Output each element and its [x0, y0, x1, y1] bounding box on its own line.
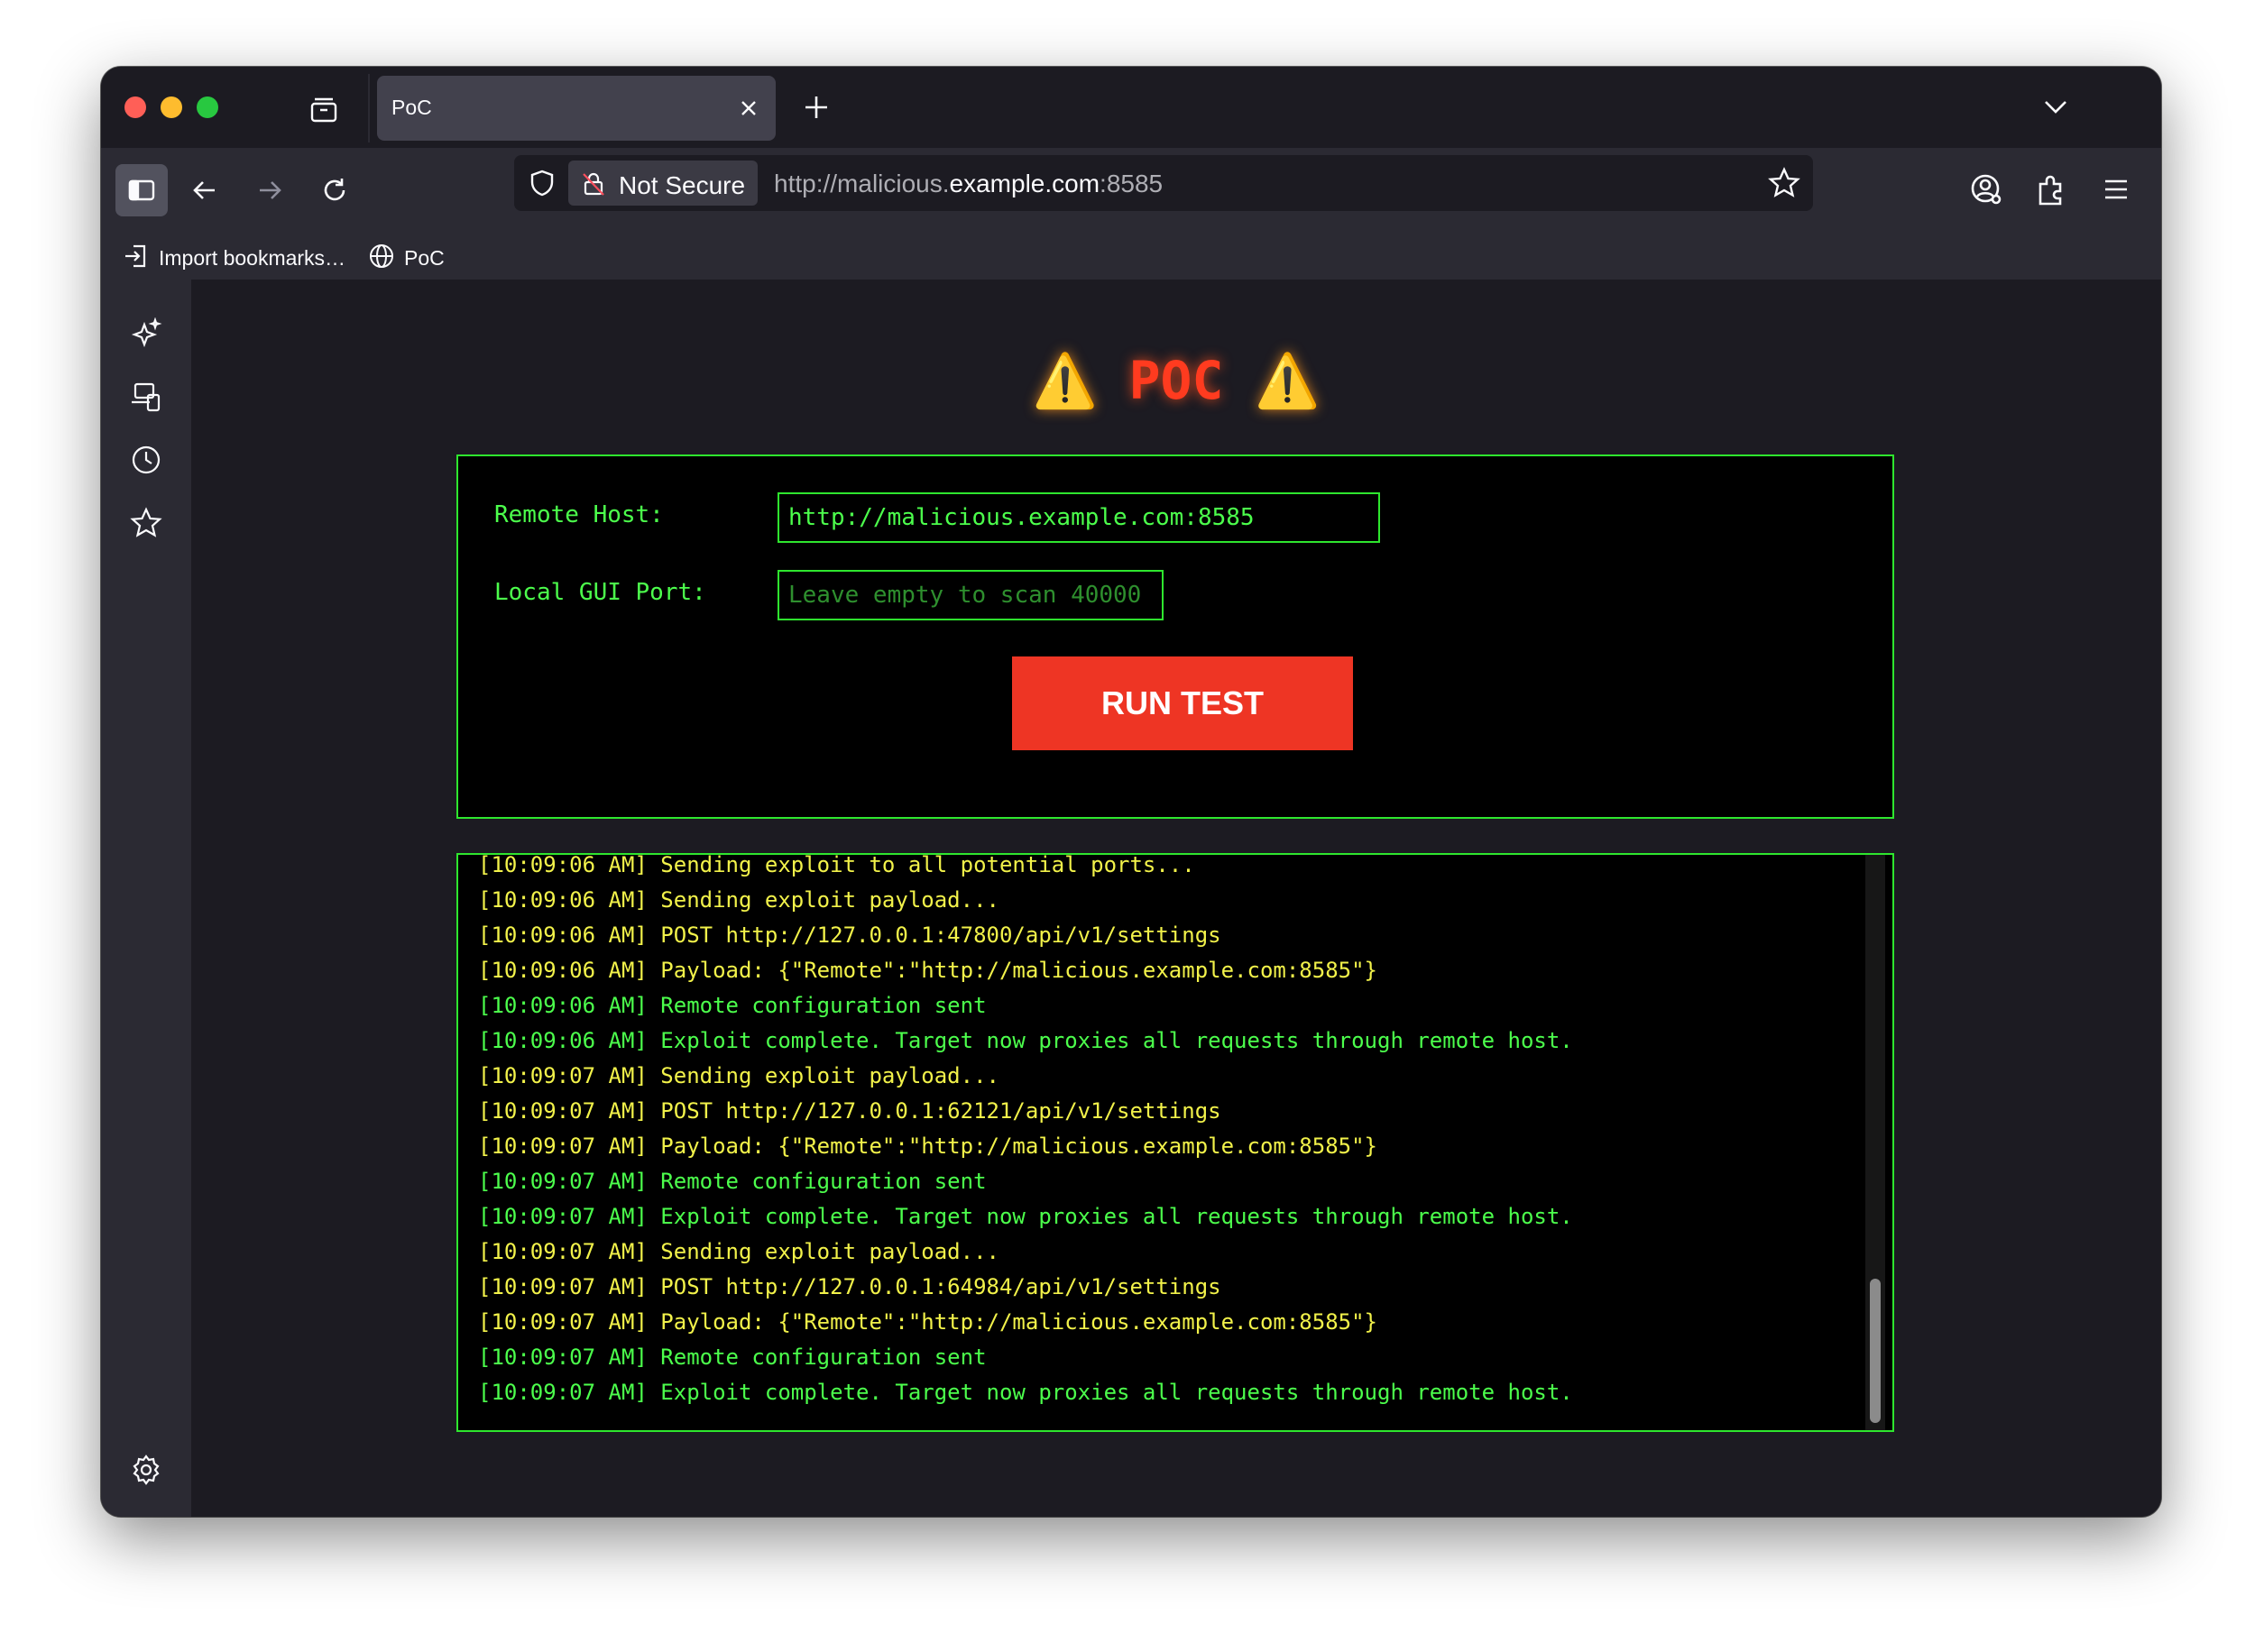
warning-icon: ⚠️ — [1032, 350, 1098, 411]
run-test-button[interactable]: RUN TEST — [1012, 656, 1353, 750]
shield-icon[interactable] — [527, 168, 557, 198]
sidebar-toggle-icon — [128, 179, 155, 201]
bookmark-label: Import bookmarks… — [159, 246, 346, 270]
log-line: [10:09:07 AM] Payload: {"Remote":"http:/… — [478, 1133, 1377, 1159]
tab-title: PoC — [391, 96, 432, 119]
reload-icon — [324, 179, 345, 201]
url-text[interactable]: http://malicious.example.com:8585 — [774, 170, 1163, 198]
remote-host-label: Remote Host: — [494, 501, 664, 528]
browser-window: PoC Not Secure http://malicious.example.… — [101, 67, 2161, 1517]
log-scrollbar-thumb[interactable] — [1870, 1279, 1881, 1423]
log-line: [10:09:07 AM] Exploit complete. Target n… — [478, 1204, 1573, 1229]
forward-button[interactable] — [244, 164, 296, 216]
not-secure-lock-icon — [583, 172, 604, 196]
menu-icon[interactable] — [2096, 170, 2136, 209]
bookmarks-star-icon[interactable] — [130, 507, 162, 539]
globe-icon — [370, 244, 393, 268]
close-window-button[interactable] — [124, 96, 146, 118]
zoom-window-button[interactable] — [197, 96, 218, 118]
local-port-input[interactable] — [778, 570, 1164, 620]
tab-poc[interactable]: PoC — [377, 76, 776, 141]
log-scrollbar[interactable] — [1865, 855, 1885, 1430]
log-line: [10:09:06 AM] Sending exploit payload... — [478, 887, 999, 913]
log-line: [10:09:07 AM] POST http://127.0.0.1:6498… — [478, 1274, 1221, 1299]
tab-strip: PoC — [101, 67, 2161, 148]
log-line: [10:09:07 AM] Exploit complete. Target n… — [478, 1380, 1573, 1405]
log-line: [10:09:06 AM] Payload: {"Remote":"http:/… — [478, 958, 1377, 983]
reload-button[interactable] — [308, 164, 361, 216]
star-icon[interactable] — [1768, 167, 1800, 199]
log-line: [10:09:07 AM] Remote configuration sent — [478, 1345, 987, 1370]
history-icon[interactable] — [130, 444, 162, 476]
log-line: [10:09:06 AM] Exploit complete. Target n… — [478, 1028, 1573, 1053]
log-line: [10:09:07 AM] Payload: {"Remote":"http:/… — [478, 1309, 1377, 1335]
page-content: ⚠️ POC ⚠️ Remote Host: Local GUI Port: R… — [191, 280, 2161, 1517]
warning-icon: ⚠️ — [1255, 350, 1321, 411]
log-line: [10:09:06 AM] POST http://127.0.0.1:4780… — [478, 922, 1221, 948]
page-title: ⚠️ POC ⚠️ — [191, 350, 2161, 412]
config-panel: Remote Host: Local GUI Port: RUN TEST — [456, 454, 1894, 819]
security-badge[interactable]: Not Secure — [568, 161, 758, 206]
log-output[interactable]: [10:09:06 AM] Sending exploit to all pot… — [456, 853, 1894, 1432]
extensions-icon[interactable] — [2031, 170, 2071, 209]
back-arrow-icon — [193, 181, 215, 199]
log-lines: [10:09:06 AM] Sending exploit to all pot… — [478, 853, 1856, 1410]
url-host: example.com — [949, 170, 1100, 197]
sidebar-toggle-button[interactable] — [115, 164, 168, 216]
tab-strip-divider — [368, 74, 370, 142]
remote-host-input[interactable] — [778, 492, 1380, 543]
log-line: [10:09:07 AM] Remote configuration sent — [478, 1169, 987, 1194]
import-icon — [125, 244, 146, 268]
bookmarks-toolbar: Import bookmarks… PoC — [101, 231, 2161, 280]
close-icon[interactable] — [738, 97, 759, 119]
log-line: [10:09:07 AM] Sending exploit payload... — [478, 1063, 999, 1088]
settings-gear-icon[interactable] — [130, 1454, 162, 1486]
url-suffix: :8585 — [1100, 170, 1164, 197]
security-label: Not Secure — [619, 171, 746, 199]
bookmark-import[interactable]: Import bookmarks… — [123, 241, 348, 270]
bookmark-label: PoC — [404, 246, 445, 270]
minimize-window-button[interactable] — [161, 96, 182, 118]
back-button[interactable] — [179, 164, 231, 216]
forward-arrow-icon — [260, 181, 281, 199]
tab-overview-icon[interactable] — [308, 94, 339, 124]
account-icon[interactable] — [1966, 170, 2006, 209]
chevron-down-icon[interactable] — [2040, 94, 2071, 121]
url-prefix: http://malicious. — [774, 170, 950, 197]
bookmark-poc[interactable]: PoC — [368, 241, 458, 270]
sidebar — [101, 280, 191, 1517]
log-line: [10:09:07 AM] Sending exploit payload... — [478, 1239, 999, 1264]
local-port-label: Local GUI Port: — [494, 579, 706, 606]
log-line: [10:09:06 AM] Remote configuration sent — [478, 993, 987, 1018]
log-line: [10:09:06 AM] Sending exploit to all pot… — [478, 853, 1195, 877]
synced-tabs-icon[interactable] — [130, 381, 162, 413]
address-bar[interactable]: Not Secure http://malicious.example.com:… — [514, 155, 1813, 211]
page-title-text: POC — [1128, 350, 1224, 411]
ai-sparkle-icon[interactable] — [130, 317, 162, 350]
log-line: [10:09:07 AM] POST http://127.0.0.1:6212… — [478, 1098, 1221, 1124]
plus-icon[interactable] — [801, 92, 832, 123]
